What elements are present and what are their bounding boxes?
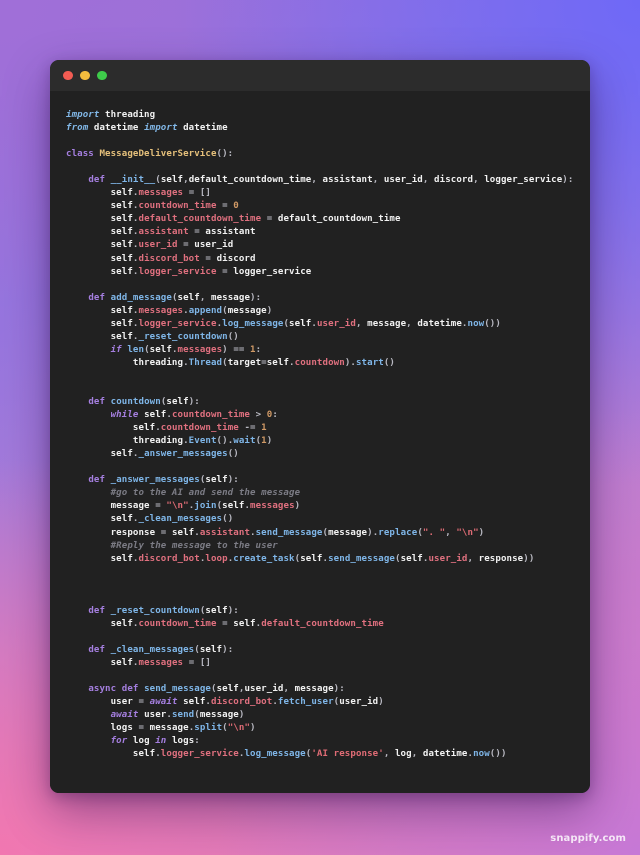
- minimize-window-button[interactable]: [80, 70, 90, 81]
- window-titlebar: [50, 60, 590, 91]
- code-editor[interactable]: import threading from datetime import da…: [50, 91, 590, 793]
- screenshot-stage: import threading from datetime import da…: [0, 0, 640, 855]
- source-code: import threading from datetime import da…: [66, 110, 574, 760]
- code-window: import threading from datetime import da…: [50, 60, 590, 793]
- maximize-window-button[interactable]: [97, 70, 107, 81]
- snappify-watermark: snappify.com: [550, 833, 626, 844]
- close-window-button[interactable]: [63, 70, 73, 81]
